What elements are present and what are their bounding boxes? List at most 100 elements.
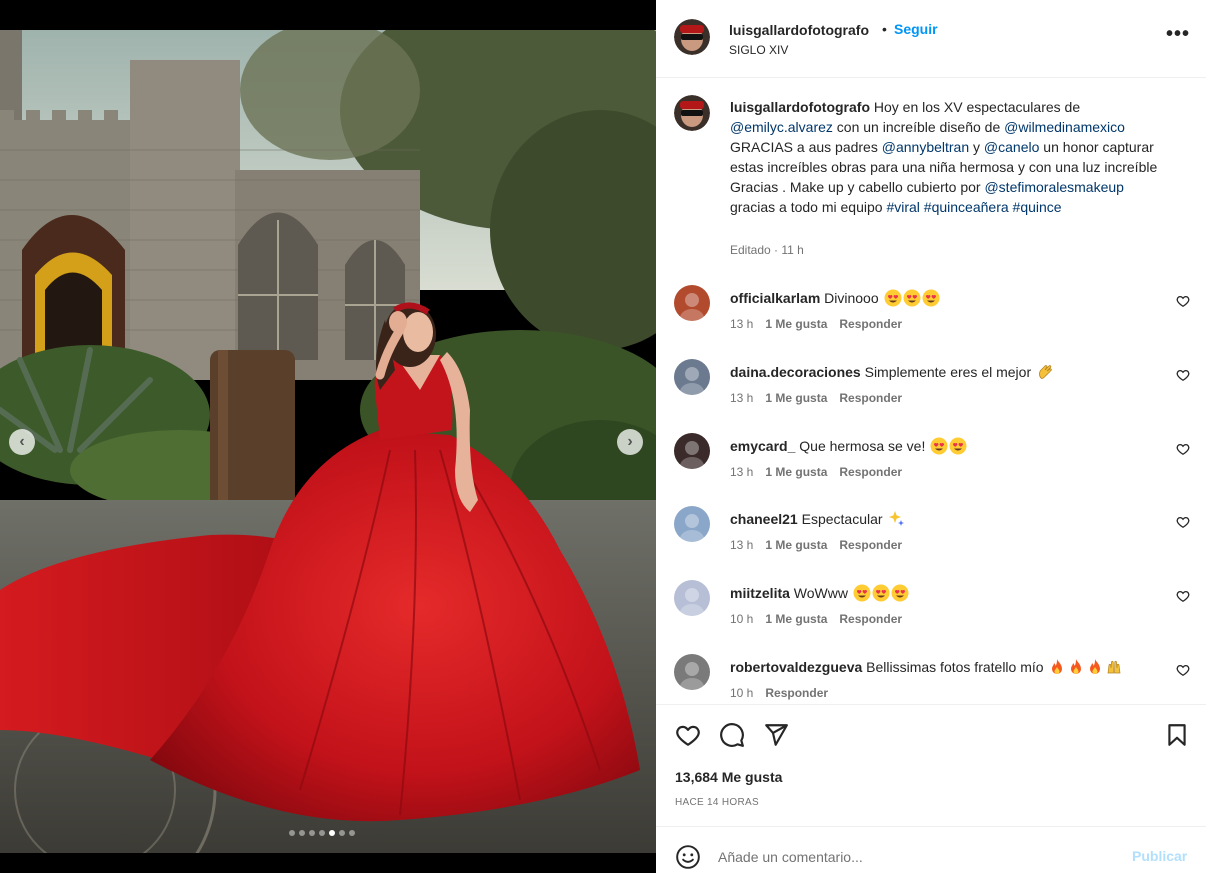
comment-body: Divinooo — [824, 290, 879, 306]
sparkles-emoji-icon — [889, 511, 905, 527]
more-options-icon[interactable]: ••• — [1166, 24, 1190, 44]
publish-button[interactable]: Publicar — [1132, 848, 1187, 864]
comment-body: Espectacular — [801, 511, 883, 528]
comment-likes[interactable]: 1 Me gusta — [765, 317, 827, 331]
hashtag-link[interactable]: #quinceañera — [924, 199, 1009, 215]
caption-text-segment: gracias a todo mi equipo — [730, 199, 887, 215]
raised-hands-emoji-icon — [1108, 660, 1121, 674]
like-comment-heart-icon[interactable] — [1176, 515, 1190, 529]
comment-time[interactable]: 13 h — [730, 391, 753, 405]
commenter-username[interactable]: officialkarlam — [730, 290, 820, 306]
commenter-avatar[interactable] — [674, 506, 710, 543]
comment-body: Simplemente eres el mejor — [864, 363, 1032, 380]
follow-button[interactable]: Seguir — [894, 21, 938, 37]
separator-dot: • — [882, 21, 887, 37]
comment-row: emycard_ Que hermosa se ve! 13 h 1 Me gus… — [656, 431, 1206, 491]
like-comment-heart-icon[interactable] — [1176, 294, 1190, 308]
post-photo[interactable] — [0, 30, 656, 853]
commenter-avatar[interactable] — [674, 432, 710, 469]
like-comment-heart-icon[interactable] — [1176, 442, 1190, 456]
carousel-prev-button[interactable]: ‹ — [9, 429, 35, 455]
chevron-right-icon: › — [627, 433, 633, 450]
comment-row: chaneel21 Espectacular 13 h 1 Me gusta Res… — [656, 504, 1206, 564]
commenter-username[interactable]: miitzelita — [730, 585, 790, 601]
emoji-smiley-icon[interactable] — [675, 844, 701, 870]
comment-likes[interactable]: 1 Me gusta — [765, 612, 827, 626]
reply-button[interactable]: Responder — [765, 686, 828, 700]
comment-body: Que hermosa se ve! — [799, 437, 926, 454]
mention-link[interactable]: @canelo — [984, 139, 1039, 155]
post-actions: 13,684 Me gusta HACE 14 HORAS — [656, 704, 1206, 826]
mention-link[interactable]: @emilyc.alvarez — [730, 119, 833, 135]
comment-time[interactable]: 10 h — [730, 686, 753, 700]
caption-author-avatar[interactable] — [674, 95, 710, 131]
comment-time[interactable]: 10 h — [730, 612, 753, 626]
caption-username[interactable]: luisgallardofotografo — [730, 99, 870, 115]
heart-eyes-emoji-icon — [872, 584, 890, 602]
quinceanera-photo — [0, 30, 656, 853]
carousel-dot — [319, 830, 325, 836]
caption-meta: Editado · 11 h — [730, 243, 804, 257]
carousel-dot — [309, 830, 315, 836]
commenter-avatar[interactable] — [674, 654, 710, 690]
commenter-avatar[interactable] — [674, 580, 710, 617]
heart-eyes-emoji-icon — [903, 289, 921, 307]
like-heart-icon[interactable] — [675, 722, 701, 748]
mention-link[interactable]: @annybeltran — [882, 139, 969, 155]
share-send-icon[interactable] — [763, 722, 789, 748]
comment-row: miitzelita WoWww 10 h 1 Me gusta Responder — [656, 578, 1206, 638]
carousel-dot — [289, 830, 295, 836]
post-location[interactable]: SIGLO XIV — [729, 43, 788, 57]
comment-likes[interactable]: 1 Me gusta — [765, 391, 827, 405]
like-comment-heart-icon[interactable] — [1176, 368, 1190, 382]
post-timestamp[interactable]: HACE 14 HORAS — [675, 797, 759, 808]
fire-emoji-icon — [1090, 659, 1101, 674]
comment-likes[interactable]: 1 Me gusta — [765, 538, 827, 552]
comment-row: robertovaldezgueva Bellissimas fotos fra… — [656, 652, 1206, 712]
mention-link[interactable]: @stefimoralesmakeup — [984, 179, 1124, 195]
carousel-dot — [339, 830, 345, 836]
heart-eyes-emoji-icon — [922, 289, 940, 307]
carousel-dot — [329, 830, 335, 836]
author-username[interactable]: luisgallardofotografo — [729, 22, 869, 38]
likes-count[interactable]: 13,684 Me gusta — [675, 769, 782, 785]
post-side-panel: luisgallardofotografo • Seguir SIGLO XIV… — [656, 0, 1206, 873]
reply-button[interactable]: Responder — [839, 612, 902, 626]
commenter-username[interactable]: daina.decoraciones — [730, 364, 861, 380]
comment-text: officialkarlam Divinooo — [730, 289, 940, 307]
commenter-username[interactable]: chaneel21 — [730, 511, 798, 527]
comment-time[interactable]: 13 h — [730, 538, 753, 552]
comment-likes[interactable]: 1 Me gusta — [765, 465, 827, 479]
comment-time[interactable]: 13 h — [730, 465, 753, 479]
save-bookmark-icon[interactable] — [1164, 722, 1190, 748]
author-avatar[interactable] — [674, 19, 710, 55]
reply-button[interactable]: Responder — [839, 317, 902, 331]
carousel-dot — [299, 830, 305, 836]
reply-button[interactable]: Responder — [839, 538, 902, 552]
carousel-next-button[interactable]: › — [617, 429, 643, 455]
like-comment-heart-icon[interactable] — [1176, 663, 1190, 677]
commenter-username[interactable]: emycard_ — [730, 438, 795, 454]
commenter-username[interactable]: robertovaldezgueva — [730, 659, 862, 675]
comment-meta: 13 h 1 Me gusta Responder — [730, 538, 902, 552]
reply-button[interactable]: Responder — [839, 465, 902, 479]
caption-text-segment: con un increíble diseño de — [832, 119, 1005, 135]
comment-input[interactable] — [718, 845, 1108, 869]
mention-link[interactable]: @wilmedinamexico — [1004, 119, 1125, 135]
heart-eyes-emoji-icon — [949, 437, 967, 455]
comment-text: daina.decoraciones Simplemente eres el m… — [730, 363, 1054, 381]
commenter-avatar[interactable] — [674, 285, 710, 321]
reply-button[interactable]: Responder — [839, 391, 902, 405]
comment-row: daina.decoraciones Simplemente eres el m… — [656, 357, 1206, 417]
comment-body: Bellissimas fotos fratello mío — [866, 659, 1044, 675]
commenter-avatar[interactable] — [674, 358, 710, 395]
hashtag-link[interactable]: #quince — [1013, 199, 1062, 215]
fire-emoji-icon — [1071, 659, 1082, 674]
post-media: ‹ › — [0, 0, 656, 873]
like-comment-heart-icon[interactable] — [1176, 589, 1190, 603]
caption-text-segment: y — [969, 139, 984, 155]
comment-time[interactable]: 13 h — [730, 317, 753, 331]
comment-text: robertovaldezgueva Bellissimas fotos fra… — [730, 658, 1123, 676]
comment-bubble-icon[interactable] — [719, 722, 745, 748]
hashtag-link[interactable]: #viral — [886, 199, 919, 215]
